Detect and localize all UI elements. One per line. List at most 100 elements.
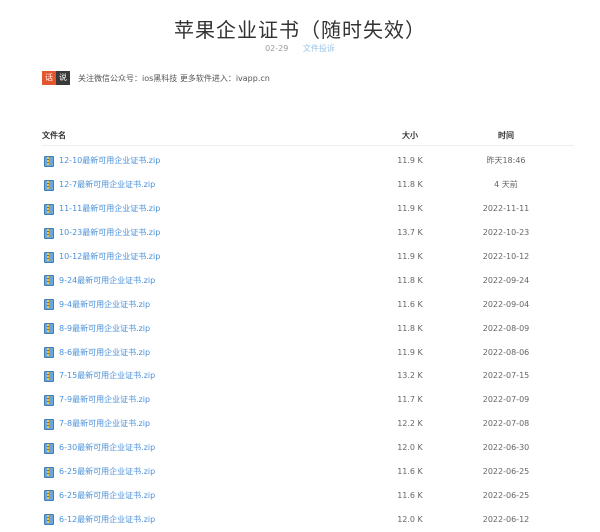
zip-file-icon bbox=[44, 227, 54, 239]
file-name-cell: 10-12最新可用企业证书.zip bbox=[42, 251, 382, 263]
file-size: 12.0 K bbox=[397, 514, 423, 524]
table-row: 7-9最新可用企业证书.zip 11.7 K 2022-07-09 bbox=[42, 388, 574, 412]
table-row: 11-11最新可用企业证书.zip 11.9 K 2022-11-11 bbox=[42, 197, 574, 221]
file-time: 2022-09-24 bbox=[482, 275, 530, 285]
file-time: 2022-10-23 bbox=[482, 228, 530, 238]
post-meta: 02-29 文件投诉 bbox=[0, 43, 600, 54]
file-size: 11.6 K bbox=[397, 299, 423, 309]
zip-file-icon bbox=[44, 394, 54, 406]
report-link[interactable]: 文件投诉 bbox=[303, 44, 335, 53]
table-row: 8-6最新可用企业证书.zip 11.9 K 2022-08-06 bbox=[42, 340, 574, 364]
zip-file-icon bbox=[44, 418, 54, 430]
file-name-cell: 11-11最新可用企业证书.zip bbox=[42, 203, 382, 215]
file-link[interactable]: 6-25最新可用企业证书.zip bbox=[59, 466, 155, 477]
file-size: 11.7 K bbox=[397, 395, 423, 405]
file-link[interactable]: 12-7最新可用企业证书.zip bbox=[59, 179, 155, 190]
file-size: 11.8 K bbox=[397, 275, 423, 285]
table-header: 文件名 大小 时间 bbox=[42, 125, 574, 146]
notice-text: 关注微信公众号：ios黑科技 更多软件进入：ivapp.cn bbox=[78, 73, 270, 83]
page-title: 苹果企业证书（随时失效） bbox=[174, 18, 426, 42]
file-time: 2022-08-09 bbox=[482, 323, 530, 333]
file-time: 2022-07-08 bbox=[482, 419, 530, 429]
file-name-cell: 12-10最新可用企业证书.zip bbox=[42, 155, 382, 167]
file-link[interactable]: 10-23最新可用企业证书.zip bbox=[59, 227, 160, 238]
table-row: 6-12最新可用企业证书.zip 12.0 K 2022-06-12 bbox=[42, 507, 574, 531]
badge-right: 说 bbox=[56, 71, 70, 85]
file-name-cell: 9-4最新可用企业证书.zip bbox=[42, 299, 382, 311]
table-body: 12-10最新可用企业证书.zip 11.9 K 昨天18:46 12-7最新可用企业… bbox=[42, 149, 574, 531]
file-name-cell: 6-30最新可用企业证书.zip bbox=[42, 442, 382, 454]
table-row: 9-24最新可用企业证书.zip 11.8 K 2022-09-24 bbox=[42, 268, 574, 292]
file-link[interactable]: 7-8最新可用企业证书.zip bbox=[59, 418, 150, 429]
file-time: 2022-08-06 bbox=[482, 347, 530, 357]
zip-file-icon bbox=[44, 299, 54, 311]
file-name-cell: 7-8最新可用企业证书.zip bbox=[42, 418, 382, 430]
file-name-cell: 7-9最新可用企业证书.zip bbox=[42, 394, 382, 406]
zip-file-icon bbox=[44, 370, 54, 382]
file-link[interactable]: 7-15最新可用企业证书.zip bbox=[59, 370, 155, 381]
zip-file-icon bbox=[44, 442, 54, 454]
table-row: 8-9最新可用企业证书.zip 11.8 K 2022-08-09 bbox=[42, 316, 574, 340]
file-table: 文件名 大小 时间 12-10最新可用企业证书.zip 11.9 K 昨天18:46… bbox=[42, 125, 574, 531]
badge-left: 话 bbox=[42, 71, 56, 85]
file-name-cell: 12-7最新可用企业证书.zip bbox=[42, 179, 382, 191]
notice-bar: 话 说 关注微信公众号：ios黑科技 更多软件进入：ivapp.cn bbox=[42, 71, 270, 85]
file-link[interactable]: 6-12最新可用企业证书.zip bbox=[59, 514, 155, 525]
file-link[interactable]: 6-25最新可用企业证书.zip bbox=[59, 490, 155, 501]
table-row: 9-4最新可用企业证书.zip 11.6 K 2022-09-04 bbox=[42, 292, 574, 316]
file-time: 2022-06-25 bbox=[482, 467, 530, 477]
file-link[interactable]: 6-30最新可用企业证书.zip bbox=[59, 442, 155, 453]
file-link[interactable]: 11-11最新可用企业证书.zip bbox=[59, 203, 160, 214]
table-row: 10-23最新可用企业证书.zip 13.7 K 2022-10-23 bbox=[42, 221, 574, 245]
file-size: 13.7 K bbox=[397, 228, 423, 238]
file-time: 2022-07-09 bbox=[482, 395, 530, 405]
file-link[interactable]: 12-10最新可用企业证书.zip bbox=[59, 155, 160, 166]
table-row: 7-8最新可用企业证书.zip 12.2 K 2022-07-08 bbox=[42, 412, 574, 436]
table-row: 6-25最新可用企业证书.zip 11.6 K 2022-06-25 bbox=[42, 483, 574, 507]
file-time: 2022-11-11 bbox=[482, 204, 530, 214]
file-size: 11.6 K bbox=[397, 490, 423, 500]
zip-file-icon bbox=[44, 251, 54, 263]
notice-badge: 话 说 bbox=[42, 71, 70, 85]
zip-file-icon bbox=[44, 275, 54, 287]
file-time: 2022-07-15 bbox=[482, 371, 530, 381]
page: 苹果企业证书（随时失效） 02-29 文件投诉 话 说 关注微信公众号：ios黑… bbox=[0, 0, 600, 532]
file-name-cell: 6-25最新可用企业证书.zip bbox=[42, 466, 382, 478]
file-time: 2022-10-12 bbox=[482, 252, 530, 261]
table-row: 12-10最新可用企业证书.zip 11.9 K 昨天18:46 bbox=[42, 149, 574, 173]
file-link[interactable]: 9-24最新可用企业证书.zip bbox=[59, 275, 155, 286]
table-row: 6-25最新可用企业证书.zip 11.6 K 2022-06-25 bbox=[42, 460, 574, 484]
file-size: 11.9 K bbox=[397, 204, 423, 214]
file-size: 11.9 K bbox=[397, 347, 423, 357]
zip-file-icon bbox=[44, 155, 54, 167]
table-row: 6-30最新可用企业证书.zip 12.0 K 2022-06-30 bbox=[42, 436, 574, 460]
header-time: 时间 bbox=[498, 130, 514, 140]
post-date: 02-29 bbox=[265, 44, 289, 53]
file-time: 2022-06-30 bbox=[482, 443, 530, 453]
file-size: 11.8 K bbox=[397, 323, 423, 333]
table-row: 7-15最新可用企业证书.zip 13.2 K 2022-07-15 bbox=[42, 364, 574, 388]
file-name-cell: 6-25最新可用企业证书.zip bbox=[42, 490, 382, 502]
zip-file-icon bbox=[44, 179, 54, 191]
file-name-cell: 8-9最新可用企业证书.zip bbox=[42, 323, 382, 335]
file-size: 11.9 K bbox=[397, 252, 423, 261]
zip-file-icon bbox=[44, 514, 54, 526]
file-name-cell: 8-6最新可用企业证书.zip bbox=[42, 347, 382, 359]
file-time: 2022-09-04 bbox=[482, 299, 530, 309]
table-row: 12-7最新可用企业证书.zip 11.8 K 4 天前 bbox=[42, 173, 574, 197]
file-time: 昨天18:46 bbox=[486, 156, 526, 166]
file-link[interactable]: 7-9最新可用企业证书.zip bbox=[59, 394, 150, 405]
file-link[interactable]: 8-6最新可用企业证书.zip bbox=[59, 347, 150, 358]
zip-file-icon bbox=[44, 347, 54, 359]
file-time: 2022-06-12 bbox=[482, 514, 530, 524]
zip-file-icon bbox=[44, 323, 54, 335]
file-link[interactable]: 10-12最新可用企业证书.zip bbox=[59, 251, 160, 262]
file-size: 11.6 K bbox=[397, 467, 423, 477]
file-link[interactable]: 8-9最新可用企业证书.zip bbox=[59, 323, 150, 334]
file-size: 11.9 K bbox=[397, 156, 423, 166]
file-link[interactable]: 9-4最新可用企业证书.zip bbox=[59, 299, 150, 310]
file-time: 4 天前 bbox=[494, 180, 518, 190]
zip-file-icon bbox=[44, 490, 54, 502]
file-size: 13.2 K bbox=[397, 371, 423, 381]
file-name-cell: 6-12最新可用企业证书.zip bbox=[42, 514, 382, 526]
